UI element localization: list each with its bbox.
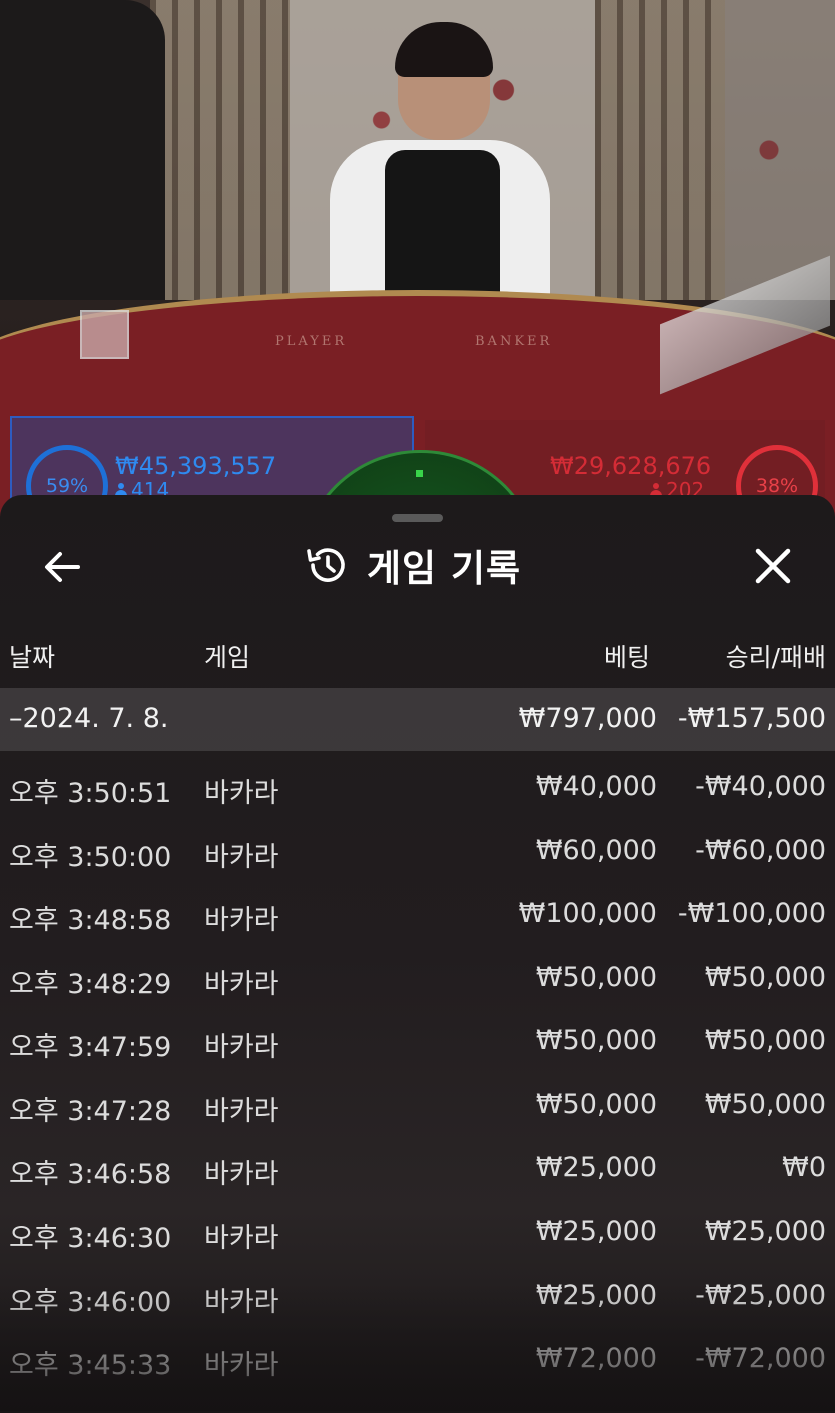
sheet-drag-handle[interactable] <box>392 514 443 522</box>
card-stack <box>80 310 129 359</box>
row-bet: ₩60,000 <box>535 835 657 866</box>
row-bet: ₩25,000 <box>535 1280 657 1311</box>
row-win-loss: -₩40,000 <box>695 771 826 802</box>
group-win-loss-total: -₩157,500 <box>677 703 826 734</box>
page-title: 게임 기록 <box>367 547 522 590</box>
row-bet: ₩50,000 <box>535 1025 657 1056</box>
column-bet[interactable]: 베팅 <box>604 638 650 674</box>
row-win-loss: ₩50,000 <box>704 1025 826 1056</box>
lattice-screen <box>150 0 290 300</box>
table-row[interactable]: 오후 3:47:28 바카라 ₩50,000 ₩50,000 <box>0 1075 835 1138</box>
row-game: 바카라 <box>204 1096 279 1127</box>
column-win-loss[interactable]: 승리/패배 <box>726 638 826 674</box>
staff-figure <box>0 0 165 300</box>
arrow-left-icon <box>45 552 80 582</box>
table-label-player: PLAYER <box>275 334 348 349</box>
table-row[interactable]: 오후 3:46:30 바카라 ₩25,000 ₩25,000 <box>0 1202 835 1265</box>
row-time: 오후 3:47:59 <box>9 1032 172 1063</box>
table-row[interactable]: 오후 3:50:00 바카라 ₩60,000 -₩60,000 <box>0 821 835 884</box>
close-button[interactable] <box>748 541 798 591</box>
table-row[interactable]: 오후 3:48:29 바카라 ₩50,000 ₩50,000 <box>0 948 835 1011</box>
row-time: 오후 3:46:58 <box>9 1159 172 1190</box>
group-bet-total: ₩797,000 <box>518 703 657 734</box>
table-row[interactable]: 오후 3:46:58 바카라 ₩25,000 ₩0 <box>0 1138 835 1201</box>
history-icon <box>307 548 345 582</box>
row-time: 오후 3:50:00 <box>9 842 172 873</box>
row-win-loss: ₩50,000 <box>704 962 826 993</box>
row-time: 오후 3:45:33 <box>9 1350 172 1381</box>
date-group-row[interactable]: –2024. 7. 8. ₩797,000 -₩157,500 <box>0 688 835 751</box>
row-game: 바카라 <box>204 842 279 873</box>
row-bet: ₩50,000 <box>535 1089 657 1120</box>
row-game: 바카라 <box>204 1159 279 1190</box>
row-game: 바카라 <box>204 1223 279 1254</box>
back-button[interactable] <box>38 543 86 591</box>
row-win-loss: ₩0 <box>782 1152 826 1183</box>
group-date: –2024. 7. 8. <box>9 703 169 734</box>
row-game: 바카라 <box>204 1287 279 1318</box>
row-win-loss: -₩72,000 <box>695 1343 826 1374</box>
row-game: 바카라 <box>204 1350 279 1381</box>
blossom-painting <box>725 0 835 300</box>
row-bet: ₩25,000 <box>535 1216 657 1247</box>
row-time: 오후 3:50:51 <box>9 778 172 809</box>
table-label-banker: BANKER <box>475 334 553 349</box>
live-video-backdrop: PLAYER BANKER 59% ₩45,393,557 414 ₩29,62… <box>0 0 835 520</box>
row-bet: ₩100,000 <box>518 898 657 929</box>
player-total-amount: ₩45,393,557 <box>115 452 277 480</box>
row-game: 바카라 <box>204 969 279 1000</box>
row-time: 오후 3:46:30 <box>9 1223 172 1254</box>
table-row[interactable]: 오후 3:45:33 바카라 ₩72,000 -₩72,000 <box>0 1329 835 1392</box>
table-row[interactable]: 오후 3:48:58 바카라 ₩100,000 -₩100,000 <box>0 884 835 947</box>
column-game[interactable]: 게임 <box>204 638 250 674</box>
table-row[interactable]: 오후 3:50:51 바카라 ₩40,000 -₩40,000 <box>0 757 835 820</box>
row-game: 바카라 <box>204 778 279 809</box>
table-row[interactable]: 오후 3:47:59 바카라 ₩50,000 ₩50,000 <box>0 1011 835 1074</box>
row-time: 오후 3:48:29 <box>9 969 172 1000</box>
row-game: 바카라 <box>204 1032 279 1063</box>
row-win-loss: ₩50,000 <box>704 1089 826 1120</box>
row-bet: ₩72,000 <box>535 1343 657 1374</box>
lattice-screen <box>595 0 725 300</box>
row-bet: ₩25,000 <box>535 1152 657 1183</box>
column-date[interactable]: 날짜 <box>9 638 55 674</box>
row-bet: ₩40,000 <box>535 771 657 802</box>
player-percent: 59% <box>45 475 89 497</box>
row-win-loss: -₩100,000 <box>677 898 826 929</box>
table-header: 날짜 게임 베팅 승리/패배 <box>0 638 835 676</box>
row-time: 오후 3:46:00 <box>9 1287 172 1318</box>
row-time: 오후 3:48:58 <box>9 905 172 936</box>
table-row[interactable]: 오후 3:46:00 바카라 ₩25,000 -₩25,000 <box>0 1266 835 1329</box>
game-history-sheet: 게임 기록 날짜 게임 베팅 승리/패배 –2024. 7. 8. ₩797,0… <box>0 495 835 1413</box>
row-win-loss: ₩25,000 <box>704 1216 826 1247</box>
sheet-header: 게임 기록 <box>305 535 521 595</box>
banker-percent: 38% <box>755 475 799 497</box>
row-game: 바카라 <box>204 905 279 936</box>
timer-indicator <box>416 470 423 477</box>
row-win-loss: -₩60,000 <box>695 835 826 866</box>
row-bet: ₩50,000 <box>535 962 657 993</box>
row-win-loss: -₩25,000 <box>695 1280 826 1311</box>
banker-total-amount: ₩29,628,676 <box>550 452 712 480</box>
row-time: 오후 3:47:28 <box>9 1096 172 1127</box>
close-icon <box>755 548 791 584</box>
